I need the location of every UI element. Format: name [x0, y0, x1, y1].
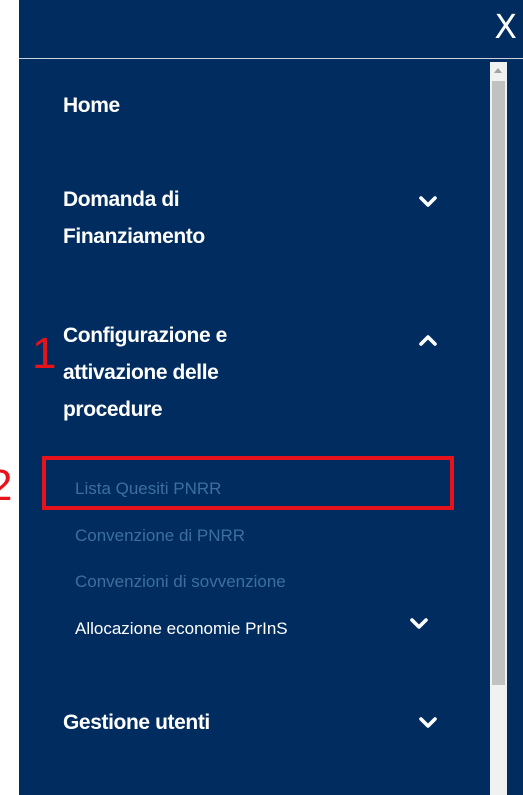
app-frame: X Home Domanda di Finanziamento Configur… — [0, 0, 523, 795]
submenu-item-convenzione-di-pnrr[interactable]: Convenzione di PNRR — [75, 525, 245, 547]
close-icon[interactable]: X — [494, 10, 517, 43]
submenu-item-convenzioni-di-sovvenzione[interactable]: Convenzioni di sovvenzione — [75, 571, 286, 593]
annotation-step-2: 2 — [0, 461, 13, 510]
chevron-down-icon[interactable] — [409, 617, 429, 631]
menu-item-gestione-utenti[interactable]: Gestione utenti — [63, 704, 210, 741]
scrollbar-thumb[interactable] — [492, 81, 505, 685]
divider — [19, 58, 523, 59]
menu-item-label-line-2: Finanziamento — [63, 225, 205, 248]
menu-item-label-line-2: attivazione delle — [63, 361, 219, 384]
scroll-up-arrow-icon[interactable] — [490, 62, 507, 79]
chevron-down-icon[interactable] — [418, 195, 438, 209]
menu-item-home-label: Home — [63, 94, 120, 117]
annotation-step-1: 1 — [32, 329, 57, 378]
submenu-item-allocazione-economie-prins[interactable]: Allocazione economie PrInS — [75, 618, 288, 640]
menu-item-label-line-1: Configurazione e — [63, 324, 227, 347]
vertical-scrollbar[interactable] — [490, 62, 507, 795]
chevron-down-icon[interactable] — [418, 716, 438, 730]
menu-item-label-line-3: procedure — [63, 398, 163, 421]
menu-item-domanda-di-finanziamento[interactable]: Domanda di Finanziamento — [63, 181, 205, 255]
menu-item-gestione-utenti-label: Gestione utenti — [63, 711, 210, 734]
side-menu-panel: X Home Domanda di Finanziamento Configur… — [19, 0, 523, 795]
chevron-up-icon[interactable] — [418, 333, 438, 347]
menu-item-label-line-1: Domanda di — [63, 188, 180, 211]
menu-item-configurazione[interactable]: Configurazione e attivazione delle proce… — [63, 317, 227, 428]
annotation-highlight-box — [42, 456, 454, 510]
menu-item-home[interactable]: Home — [63, 87, 120, 124]
